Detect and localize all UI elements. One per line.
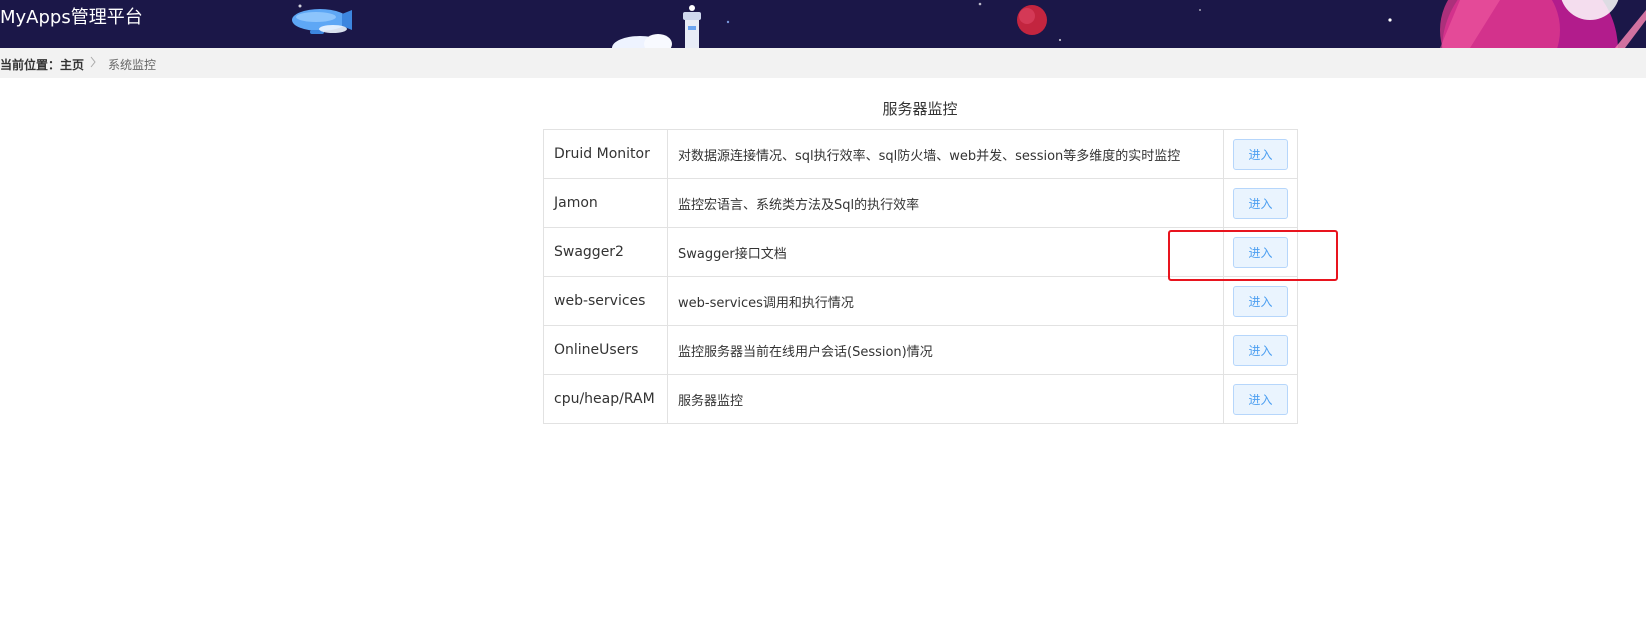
enter-button-web-services[interactable]: 进入 <box>1233 285 1288 317</box>
app-title: MyApps管理平台 <box>0 7 143 28</box>
airship-icon <box>292 9 352 34</box>
monitor-name: cpu/heap/RAM <box>543 374 668 424</box>
enter-button-cpu-heap-ram[interactable]: 进入 <box>1233 383 1288 415</box>
action-cell: 进入 <box>1223 325 1298 375</box>
monitor-description: Swagger接口文档 <box>667 227 1224 277</box>
action-cell: 进入 <box>1223 374 1298 424</box>
monitor-name: web-services <box>543 276 668 326</box>
planet-icon <box>1440 0 1646 48</box>
app-header: MyApps管理平台 <box>0 0 1646 48</box>
enter-button-jamon[interactable]: 进入 <box>1233 187 1288 219</box>
header-decoration <box>292 0 1646 48</box>
breadcrumb-page: 系统监控 <box>108 58 157 72</box>
monitor-description: 对数据源连接情况、sql执行效率、sql防火墙、web并发、session等多维… <box>667 129 1224 179</box>
breadcrumb: 当前位置：主页 系统监控 <box>0 48 1646 78</box>
monitor-name: OnlineUsers <box>543 325 668 375</box>
monitor-name: Swagger2 <box>543 227 668 277</box>
monitor-description: 监控宏语言、系统类方法及Sql的执行效率 <box>667 178 1224 228</box>
lighthouse-icon <box>612 5 701 48</box>
table-row: OnlineUsers 监控服务器当前在线用户会话(Session)情况 进入 <box>543 325 1298 375</box>
monitor-description: 监控服务器当前在线用户会话(Session)情况 <box>667 325 1224 375</box>
table-row: cpu/heap/RAM 服务器监控 进入 <box>543 374 1298 424</box>
enter-button-online-users[interactable]: 进入 <box>1233 334 1288 366</box>
table-row: Druid Monitor 对数据源连接情况、sql执行效率、sql防火墙、we… <box>543 129 1298 179</box>
monitor-description: 服务器监控 <box>667 374 1224 424</box>
monitor-name: Jamon <box>543 178 668 228</box>
breadcrumb-current-label[interactable]: 当前位置：主页 <box>0 56 84 73</box>
enter-button-druid[interactable]: 进入 <box>1233 138 1288 170</box>
monitor-name: Druid Monitor <box>543 129 668 179</box>
breadcrumb-separator-icon <box>89 56 97 71</box>
highlight-annotation <box>1168 230 1338 281</box>
table-row: web-services web-services调用和执行情况 进入 <box>543 276 1298 326</box>
action-cell: 进入 <box>1223 178 1298 228</box>
action-cell: 进入 <box>1223 276 1298 326</box>
section-title: 服务器监控 <box>882 100 958 118</box>
monitor-description: web-services调用和执行情况 <box>667 276 1224 326</box>
action-cell: 进入 <box>1223 129 1298 179</box>
table-row: Jamon 监控宏语言、系统类方法及Sql的执行效率 进入 <box>543 178 1298 228</box>
